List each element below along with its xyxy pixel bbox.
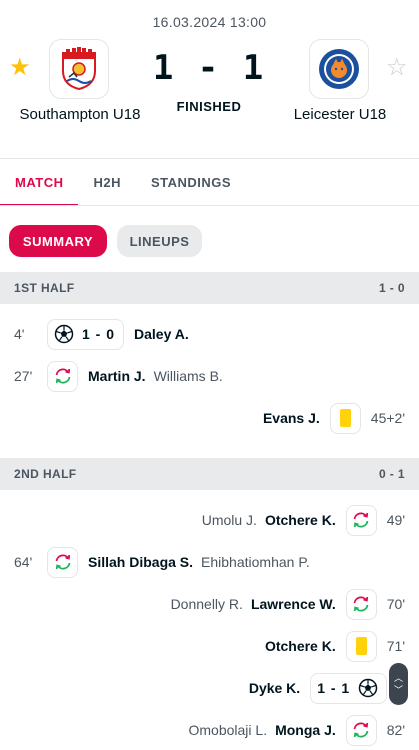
goal-badge: 1 - 1 bbox=[310, 672, 388, 704]
home-team-crest[interactable] bbox=[49, 39, 109, 99]
southampton-crest-icon bbox=[62, 47, 96, 91]
event-row[interactable]: Dyke K. 1 - 1 8 bbox=[0, 671, 419, 705]
substitution-icon bbox=[55, 554, 70, 570]
first-half-header: 1ST HALF 1 - 0 bbox=[0, 272, 419, 304]
player-in-name[interactable]: Otchere K. bbox=[265, 512, 336, 528]
substitution-icon bbox=[353, 512, 369, 528]
substitution-badge bbox=[345, 588, 377, 620]
tabs-divider bbox=[0, 205, 419, 206]
lineups-button[interactable]: LINEUPS bbox=[117, 225, 202, 257]
football-icon bbox=[358, 678, 378, 698]
second-half-score: 0 - 1 bbox=[378, 467, 405, 481]
event-row[interactable]: 64' Sillah Dibaga S. Ehibhatiomhan P. bbox=[0, 545, 419, 579]
second-half-label: 2ND HALF bbox=[14, 467, 77, 481]
event-minute: 64' bbox=[14, 554, 33, 570]
football-icon bbox=[54, 324, 74, 344]
yellow-card-icon bbox=[339, 409, 351, 427]
away-team-crest[interactable] bbox=[309, 39, 369, 99]
event-minute: 49' bbox=[386, 512, 405, 528]
event-row[interactable]: Omobolaji L. Monga J. 82' bbox=[0, 713, 419, 747]
goal-score: 1 - 1 bbox=[317, 680, 351, 696]
substitution-badge bbox=[345, 504, 377, 536]
event-minute: 82' bbox=[386, 722, 405, 738]
chevron-up-icon[interactable]: ︿ bbox=[394, 672, 403, 684]
player-in-name[interactable]: Martin J. bbox=[88, 368, 146, 384]
event-minute: 71' bbox=[386, 638, 405, 654]
yellow-card-badge bbox=[345, 630, 377, 662]
scroll-control[interactable]: ︿ ﹀ bbox=[389, 663, 408, 705]
summary-button[interactable]: SUMMARY bbox=[9, 225, 107, 257]
event-row[interactable]: Otchere K. 71' bbox=[0, 629, 419, 663]
player-out-name[interactable]: Donnelly R. bbox=[171, 596, 243, 612]
player-out-name[interactable]: Omobolaji L. bbox=[188, 722, 267, 738]
substitution-badge bbox=[47, 360, 78, 392]
substitution-icon bbox=[353, 596, 369, 612]
player-out-name[interactable]: Williams B. bbox=[154, 368, 223, 384]
player-out-name[interactable]: Umolu J. bbox=[202, 512, 257, 528]
event-row[interactable]: Umolu J. Otchere K. 49' bbox=[0, 503, 419, 537]
unfavorite-star-icon[interactable]: ☆ bbox=[386, 56, 408, 80]
event-minute: 4' bbox=[14, 326, 25, 342]
match-score: 1 - 1 bbox=[152, 48, 266, 88]
player-out-name[interactable]: Ehibhatiomhan P. bbox=[201, 554, 310, 570]
tab-h2h[interactable]: H2H bbox=[93, 164, 121, 206]
first-half-score: 1 - 0 bbox=[378, 281, 405, 295]
home-team-name[interactable]: Southampton U18 bbox=[0, 106, 160, 123]
event-minute: 70' bbox=[386, 596, 405, 612]
second-half-header: 2ND HALF 0 - 1 bbox=[0, 458, 419, 490]
event-row[interactable]: Evans J. 45+2' bbox=[0, 401, 419, 435]
substitution-badge bbox=[345, 714, 377, 746]
player-in-name[interactable]: Lawrence W. bbox=[251, 596, 336, 612]
booked-player-name[interactable]: Otchere K. bbox=[265, 638, 336, 654]
match-tabs: MATCH H2H STANDINGS bbox=[0, 164, 261, 206]
event-minute: 27' bbox=[14, 368, 33, 384]
goal-badge: 1 - 0 bbox=[47, 318, 125, 350]
header-divider bbox=[0, 158, 419, 159]
substitution-icon bbox=[55, 368, 70, 384]
favorite-star-icon[interactable]: ★ bbox=[9, 56, 31, 80]
tab-standings[interactable]: STANDINGS bbox=[151, 164, 231, 206]
event-minute: 45+2' bbox=[370, 410, 405, 426]
leicester-crest-icon bbox=[319, 49, 359, 89]
chevron-down-icon[interactable]: ﹀ bbox=[394, 684, 403, 696]
scorer-name[interactable]: Dyke K. bbox=[249, 680, 300, 696]
event-row[interactable]: 27' Martin J. Williams B. bbox=[0, 359, 419, 393]
yellow-card-badge bbox=[329, 402, 361, 434]
player-in-name[interactable]: Sillah Dibaga S. bbox=[88, 554, 193, 570]
yellow-card-icon bbox=[355, 637, 367, 655]
scorer-name[interactable]: Daley A. bbox=[134, 326, 189, 342]
goal-score: 1 - 0 bbox=[82, 326, 116, 342]
booked-player-name[interactable]: Evans J. bbox=[263, 410, 320, 426]
first-half-label: 1ST HALF bbox=[14, 281, 75, 295]
event-row[interactable]: 4' 1 - 0 Daley A. bbox=[0, 317, 419, 351]
away-team-name[interactable]: Leicester U18 bbox=[260, 106, 419, 123]
match-datetime: 16.03.2024 13:00 bbox=[152, 14, 267, 30]
player-in-name[interactable]: Monga J. bbox=[275, 722, 336, 738]
tab-match[interactable]: MATCH bbox=[0, 164, 79, 206]
event-row[interactable]: Donnelly R. Lawrence W. 70' bbox=[0, 587, 419, 621]
substitution-icon bbox=[353, 722, 369, 738]
substitution-badge bbox=[47, 546, 78, 578]
